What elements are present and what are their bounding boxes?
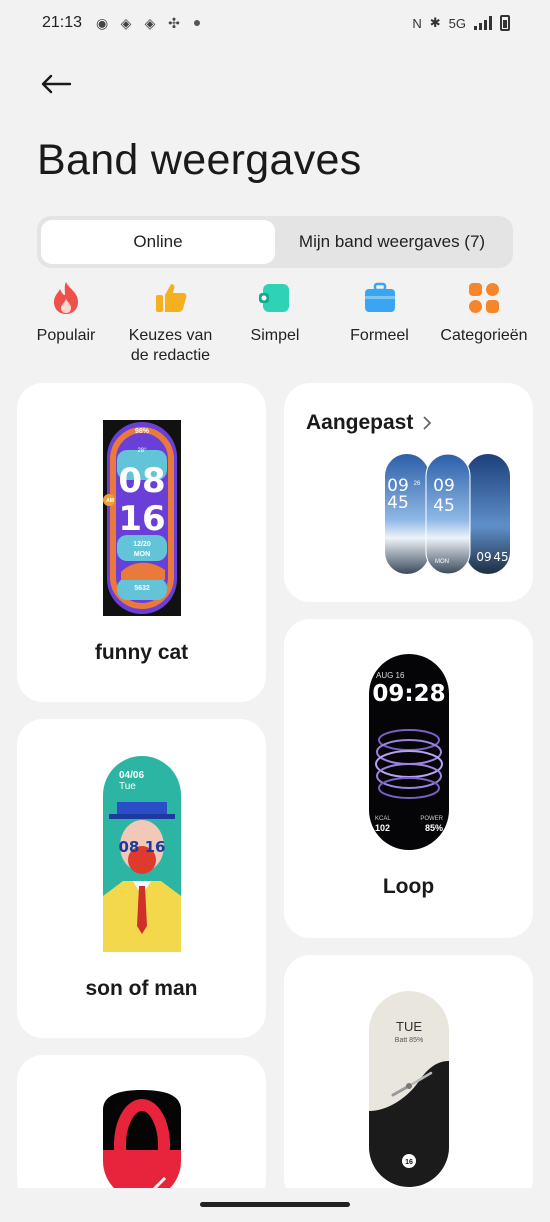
status-time: 21:13: [42, 14, 83, 31]
face-time: 08 16: [119, 838, 166, 856]
category-label: Keuzes van de redactie: [128, 327, 213, 364]
category-label: Simpel: [250, 327, 300, 344]
watchface-preview: 04/06 Tue 08 16: [103, 756, 181, 952]
face-kcal: 102: [375, 823, 390, 833]
simple-watch-icon: [255, 278, 295, 318]
face2-hour: 09: [433, 476, 455, 496]
category-populair[interactable]: Populair: [14, 278, 118, 366]
face-ampm: AM: [106, 498, 114, 504]
page-title: Band weergaves: [37, 136, 362, 184]
face-date: 04/06: [119, 770, 144, 781]
face1-minute: 45: [387, 493, 409, 513]
more-notifications-icon: [194, 20, 201, 26]
slack-icon: ✣: [168, 14, 180, 31]
status-left: 21:13 ◉ ◈ ◈ ✣: [42, 14, 201, 32]
watchface-card-red[interactable]: [17, 1055, 266, 1205]
category-label: Categorieën: [440, 327, 528, 344]
face-hour: 08: [118, 461, 165, 501]
custom-faces-card[interactable]: Aangepast 09 45 26 09 45 MON 09 45: [284, 383, 533, 602]
face-kcal-label: KCAL: [375, 816, 391, 822]
card-title: son of man: [85, 977, 198, 1000]
flame-icon: [46, 278, 86, 318]
face-date: AUG 16: [376, 671, 405, 680]
face1-date: 26: [414, 481, 421, 487]
category-formeel[interactable]: Formeel: [328, 278, 432, 366]
face-day: Tue: [119, 781, 136, 792]
tab-my-band-faces[interactable]: Mijn band weergaves (7): [275, 220, 509, 264]
watchface-card-funny-cat[interactable]: 98% 28° 08 16 AM 12/20 MON 5632 funny ca…: [17, 383, 266, 702]
card-title: Loop: [382, 875, 435, 898]
chevron-right-icon: [423, 416, 432, 430]
category-simpel[interactable]: Simpel: [223, 278, 327, 366]
face-power-label: POWER: [420, 816, 443, 822]
thumbs-up-icon: [151, 278, 191, 318]
category-categorieen[interactable]: Categorieën: [432, 278, 536, 366]
card-title: funny cat: [94, 641, 189, 664]
face-battery: 98%: [135, 428, 150, 435]
face-steps: 5632: [134, 585, 150, 592]
face-date: 16: [405, 1159, 413, 1166]
back-button[interactable]: [36, 66, 76, 102]
category-row: Populair Keuzes van de redactie Simpel F…: [14, 278, 536, 366]
face-date: 12/20: [133, 541, 151, 548]
face-day: MON: [134, 551, 150, 558]
tab-switcher: Online Mijn band weergaves (7): [37, 216, 513, 268]
face-day: TUE: [396, 1019, 422, 1034]
face-minute: 16: [118, 499, 165, 539]
face-temp: 28°: [137, 448, 147, 454]
face3-minute: 45: [493, 550, 508, 564]
face2-minute: 45: [433, 496, 455, 516]
watchface-card-classic[interactable]: TUE Batt 85% 16: [284, 955, 533, 1205]
face-battery: Batt 85%: [395, 1037, 423, 1044]
category-label: Populair: [36, 327, 96, 344]
signal-app-icon: ◉: [95, 14, 109, 31]
face3-hour: 09: [476, 550, 491, 564]
discord-icon-2: ◈: [144, 14, 156, 31]
face-power: 85%: [425, 823, 443, 833]
briefcase-icon: [360, 278, 400, 318]
category-editors-choice[interactable]: Keuzes van de redactie: [119, 278, 223, 366]
watchface-card-son-of-man[interactable]: 04/06 Tue 08 16 son of man: [17, 719, 266, 1038]
watchface-card-loop[interactable]: AUG 16 09:28 KCAL 102 POWER 85% Loop: [284, 619, 533, 938]
face2-day: MON: [435, 559, 449, 565]
status-right: Ν ✱ 5G: [412, 15, 510, 31]
signal-strength-icon: [474, 16, 492, 30]
bluetooth-icon: ✱: [429, 15, 441, 30]
watchface-stack-preview: 09 45 26 09 45 MON 09 45: [385, 453, 510, 575]
discord-icon: ◈: [120, 14, 132, 31]
status-bar: 21:13 ◉ ◈ ◈ ✣ Ν ✱ 5G: [0, 0, 550, 46]
face-time: 09:28: [372, 681, 445, 707]
home-indicator[interactable]: [200, 1202, 350, 1207]
grid-icon: [464, 278, 504, 318]
arrow-left-icon: [41, 74, 72, 94]
watchface-preview: [103, 1090, 181, 1200]
nfc-icon: Ν: [412, 15, 422, 31]
network-type: 5G: [448, 15, 466, 31]
custom-faces-header: Aangepast: [306, 411, 432, 435]
watchface-preview: 98% 28° 08 16 AM 12/20 MON 5632: [103, 420, 181, 616]
watchface-preview: AUG 16 09:28 KCAL 102 POWER 85%: [369, 654, 449, 850]
tab-online[interactable]: Online: [41, 220, 275, 264]
battery-icon: [500, 15, 510, 31]
category-label: Formeel: [350, 327, 409, 344]
watchface-preview: TUE Batt 85% 16: [369, 991, 449, 1187]
card-title: Aangepast: [306, 411, 414, 434]
